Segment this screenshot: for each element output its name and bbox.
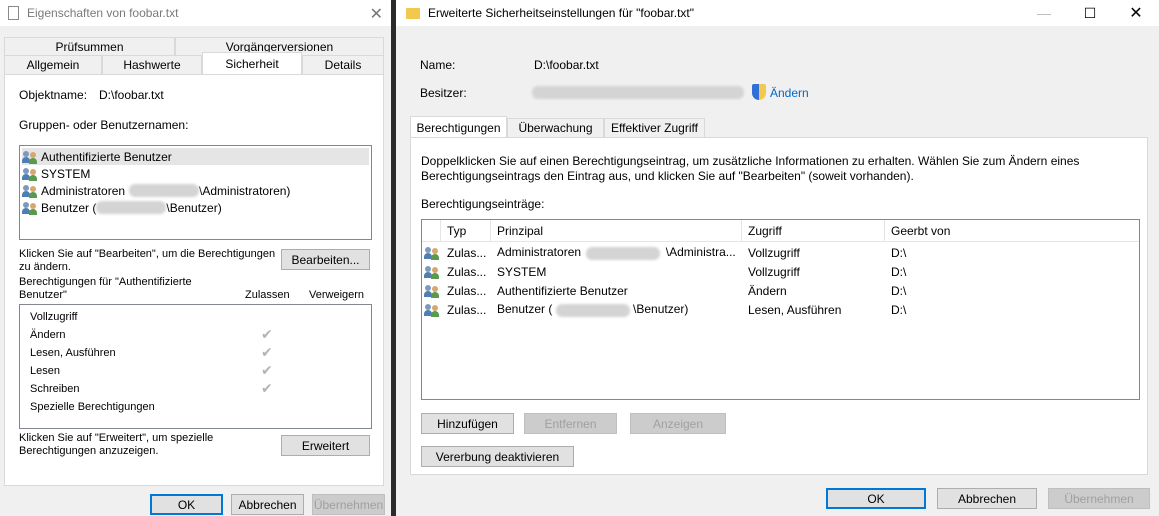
table-row[interactable]: Zulas... Benutzer ( \Benutzer) Lesen, Au… — [424, 301, 1137, 318]
permission-row: Lesen, Ausführen — [30, 346, 116, 359]
check-icon: ✔ — [261, 362, 273, 378]
entries-header: Typ Prinzipal Zugriff Geerbt von — [422, 220, 1139, 242]
col-inherited[interactable]: Geerbt von — [891, 224, 950, 238]
tab-hashwerte[interactable]: Hashwerte — [102, 55, 202, 74]
maximize-icon[interactable]: ☐ — [1067, 0, 1113, 26]
user-group-icon — [424, 284, 440, 298]
user-group-icon — [22, 184, 38, 198]
entries-table[interactable]: Typ Prinzipal Zugriff Geerbt von Zulas..… — [421, 219, 1140, 400]
deny-column-header: Verweigern — [309, 289, 365, 301]
col-divider — [884, 220, 885, 242]
redacted-domain — [96, 201, 167, 214]
object-name-label: Objektname: — [19, 88, 88, 102]
advanced-button[interactable]: Erweitert — [281, 435, 370, 456]
cancel-button[interactable]: Abbrechen — [937, 488, 1037, 509]
cancel-button[interactable]: Abbrechen — [231, 494, 304, 515]
tab-berechtigungen[interactable]: Berechtigungen — [410, 116, 507, 138]
close-icon[interactable]: ✕ — [1113, 0, 1159, 26]
security-tab-page: Objektname: D:\foobar.txt Gruppen- oder … — [4, 74, 384, 486]
advanced-security-window: Erweiterte Sicherheitseinstellungen für … — [396, 0, 1159, 516]
tab-sicherheit[interactable]: Sicherheit — [202, 52, 302, 75]
allow-column-header: Zulassen — [245, 289, 290, 301]
check-icon: ✔ — [261, 344, 273, 360]
col-divider — [741, 220, 742, 242]
permissions-for-label: Berechtigungen für "Authentifizierte Ben… — [19, 276, 192, 301]
properties-titlebar: Eigenschaften von foobar.txt ✕ — [0, 0, 391, 26]
groups-list[interactable]: Authentifizierte Benutzer SYSTEM Adminis… — [19, 145, 372, 240]
principal-cell: Administratoren \Administra... — [497, 245, 736, 260]
tab-allgemein[interactable]: Allgemein — [4, 55, 102, 74]
tab-effektiver-zugriff[interactable]: Effektiver Zugriff — [604, 118, 705, 137]
properties-title: Eigenschaften von foobar.txt — [27, 6, 179, 20]
groups-label: Gruppen- oder Benutzernamen: — [19, 118, 189, 132]
remove-button[interactable]: Entfernen — [524, 413, 617, 434]
permissions-tab-page: Doppelklicken Sie auf einen Berechtigung… — [410, 137, 1148, 475]
tab-details[interactable]: Details — [302, 55, 384, 74]
user-group-icon — [22, 167, 38, 181]
principal-cell: Benutzer ( \Benutzer) — [497, 302, 689, 317]
redacted-domain — [586, 246, 661, 260]
redacted-domain — [555, 303, 630, 317]
permission-row: Lesen — [30, 364, 60, 377]
add-button[interactable]: Hinzufügen — [421, 413, 514, 434]
document-icon — [8, 6, 19, 20]
permission-row: Spezielle Berechtigungen — [30, 400, 155, 413]
entries-label: Berechtigungseinträge: — [421, 197, 545, 211]
permission-row: Schreiben — [30, 382, 80, 395]
list-item[interactable]: Administratoren \Administratoren) — [22, 182, 369, 199]
owner-label: Besitzer: — [420, 86, 467, 100]
user-group-icon — [424, 265, 440, 279]
folder-icon — [406, 7, 420, 19]
uac-shield-icon — [752, 84, 766, 100]
check-icon: ✔ — [261, 326, 273, 342]
check-icon: ✔ — [261, 380, 273, 396]
table-row[interactable]: Zulas... Administratoren \Administra... … — [424, 244, 1137, 261]
info-text: Doppelklicken Sie auf einen Berechtigung… — [421, 154, 1080, 183]
permissions-list: Vollzugriff Ändern Lesen, Ausführen Lese… — [19, 304, 372, 429]
list-item[interactable]: Authentifizierte Benutzer — [22, 148, 369, 165]
edit-button[interactable]: Bearbeiten... — [281, 249, 370, 270]
name-label: Name: — [420, 58, 456, 72]
apply-button[interactable]: Übernehmen — [312, 494, 385, 515]
close-icon[interactable]: ✕ — [370, 4, 383, 24]
permission-row: Ändern — [30, 328, 66, 341]
view-button[interactable]: Anzeigen — [630, 413, 726, 434]
ok-button[interactable]: OK — [150, 494, 223, 515]
user-group-icon — [22, 201, 38, 215]
user-group-icon — [424, 246, 440, 260]
user-group-icon — [22, 150, 38, 164]
tab-pruefsummen[interactable]: Prüfsummen — [4, 37, 175, 56]
col-principal[interactable]: Prinzipal — [497, 224, 543, 238]
name-value: D:\foobar.txt — [534, 58, 599, 72]
advanced-titlebar: Erweiterte Sicherheitseinstellungen für … — [396, 0, 1159, 26]
user-group-icon — [424, 303, 440, 317]
col-divider — [440, 220, 441, 242]
table-row[interactable]: Zulas... SYSTEM Vollzugriff D:\ — [424, 263, 1137, 280]
table-row[interactable]: Zulas... Authentifizierte Benutzer Änder… — [424, 282, 1137, 299]
edit-hint: Klicken Sie auf "Bearbeiten", um die Ber… — [19, 248, 276, 273]
properties-window: Eigenschaften von foobar.txt ✕ Prüfsumme… — [0, 0, 391, 516]
change-owner-link[interactable]: Ändern — [770, 86, 809, 100]
advanced-hint: Klicken Sie auf "Erweitert", um speziell… — [19, 432, 214, 457]
col-divider — [490, 220, 491, 242]
object-name-value: D:\foobar.txt — [99, 88, 164, 102]
list-item[interactable]: SYSTEM — [22, 165, 369, 182]
tab-ueberwachung[interactable]: Überwachung — [507, 118, 604, 137]
minimize-icon[interactable]: — — [1021, 0, 1067, 26]
disable-inheritance-button[interactable]: Vererbung deaktivieren — [421, 446, 574, 467]
apply-button[interactable]: Übernehmen — [1048, 488, 1150, 509]
redacted-owner — [532, 86, 744, 99]
ok-button[interactable]: OK — [826, 488, 926, 509]
permission-row: Vollzugriff — [30, 310, 78, 323]
list-item[interactable]: Benutzer ( \Benutzer) — [22, 199, 369, 216]
col-access[interactable]: Zugriff — [748, 224, 782, 238]
redacted-domain — [129, 184, 200, 197]
col-type[interactable]: Typ — [447, 224, 466, 238]
advanced-title: Erweiterte Sicherheitseinstellungen für … — [428, 6, 694, 20]
